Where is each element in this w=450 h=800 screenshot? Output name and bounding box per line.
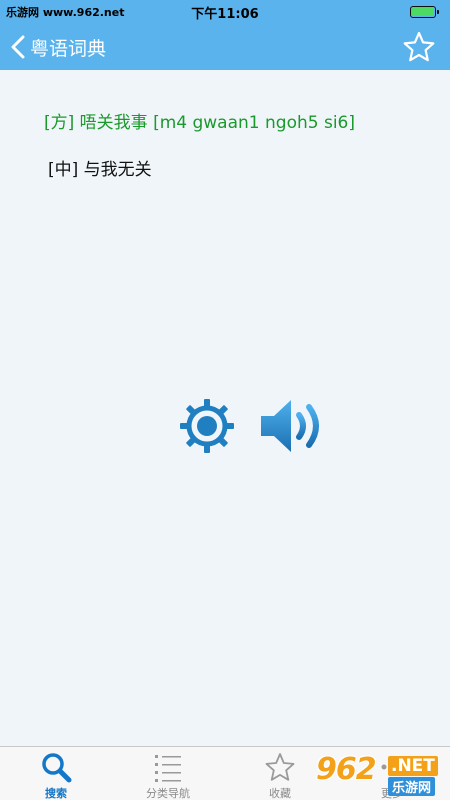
app-root: 乐游网 www.962.net 下午11:06 粤语词典 [方] 唔关我事 [m… [0, 0, 450, 800]
status-time: 下午11:06 [191, 7, 259, 22]
entry-content: [方] 唔关我事 [m4 gwaan1 ngoh5 si6] [中] 与我无关 [0, 70, 450, 746]
settings-button[interactable] [179, 398, 235, 454]
watermark-suffix: .NET [388, 756, 438, 776]
chevron-left-icon [11, 35, 25, 59]
watermark-number: 962 [316, 752, 377, 787]
brand-watermark: 962 .NET 乐游网 [312, 748, 450, 800]
favorite-button[interactable] [402, 30, 436, 64]
gear-icon [180, 399, 234, 453]
back-button-label: 粤语词典 [30, 37, 107, 60]
list-icon [155, 755, 181, 782]
nav-bar: 粤语词典 [0, 24, 450, 70]
search-icon [42, 753, 72, 783]
audio-play-button[interactable] [257, 395, 331, 457]
tab-label: 分类导航 [146, 787, 190, 800]
battery-icon [410, 6, 439, 18]
star-outline-icon [403, 31, 435, 62]
back-button[interactable]: 粤语词典 [10, 32, 106, 62]
entry-term: [方] 唔关我事 [m4 gwaan1 ngoh5 si6] [44, 113, 355, 133]
star-icon [265, 753, 295, 781]
entry-definition: [中] 与我无关 [48, 160, 152, 180]
tab-category-nav[interactable]: 分类导航 [112, 747, 224, 800]
tab-search[interactable]: 搜索 [0, 747, 112, 800]
status-bar: 乐游网 www.962.net 下午11:06 [0, 0, 450, 24]
speaker-icon [261, 400, 319, 452]
tab-label: 搜索 [45, 787, 67, 800]
watermark-cn: 乐游网 [388, 777, 436, 796]
